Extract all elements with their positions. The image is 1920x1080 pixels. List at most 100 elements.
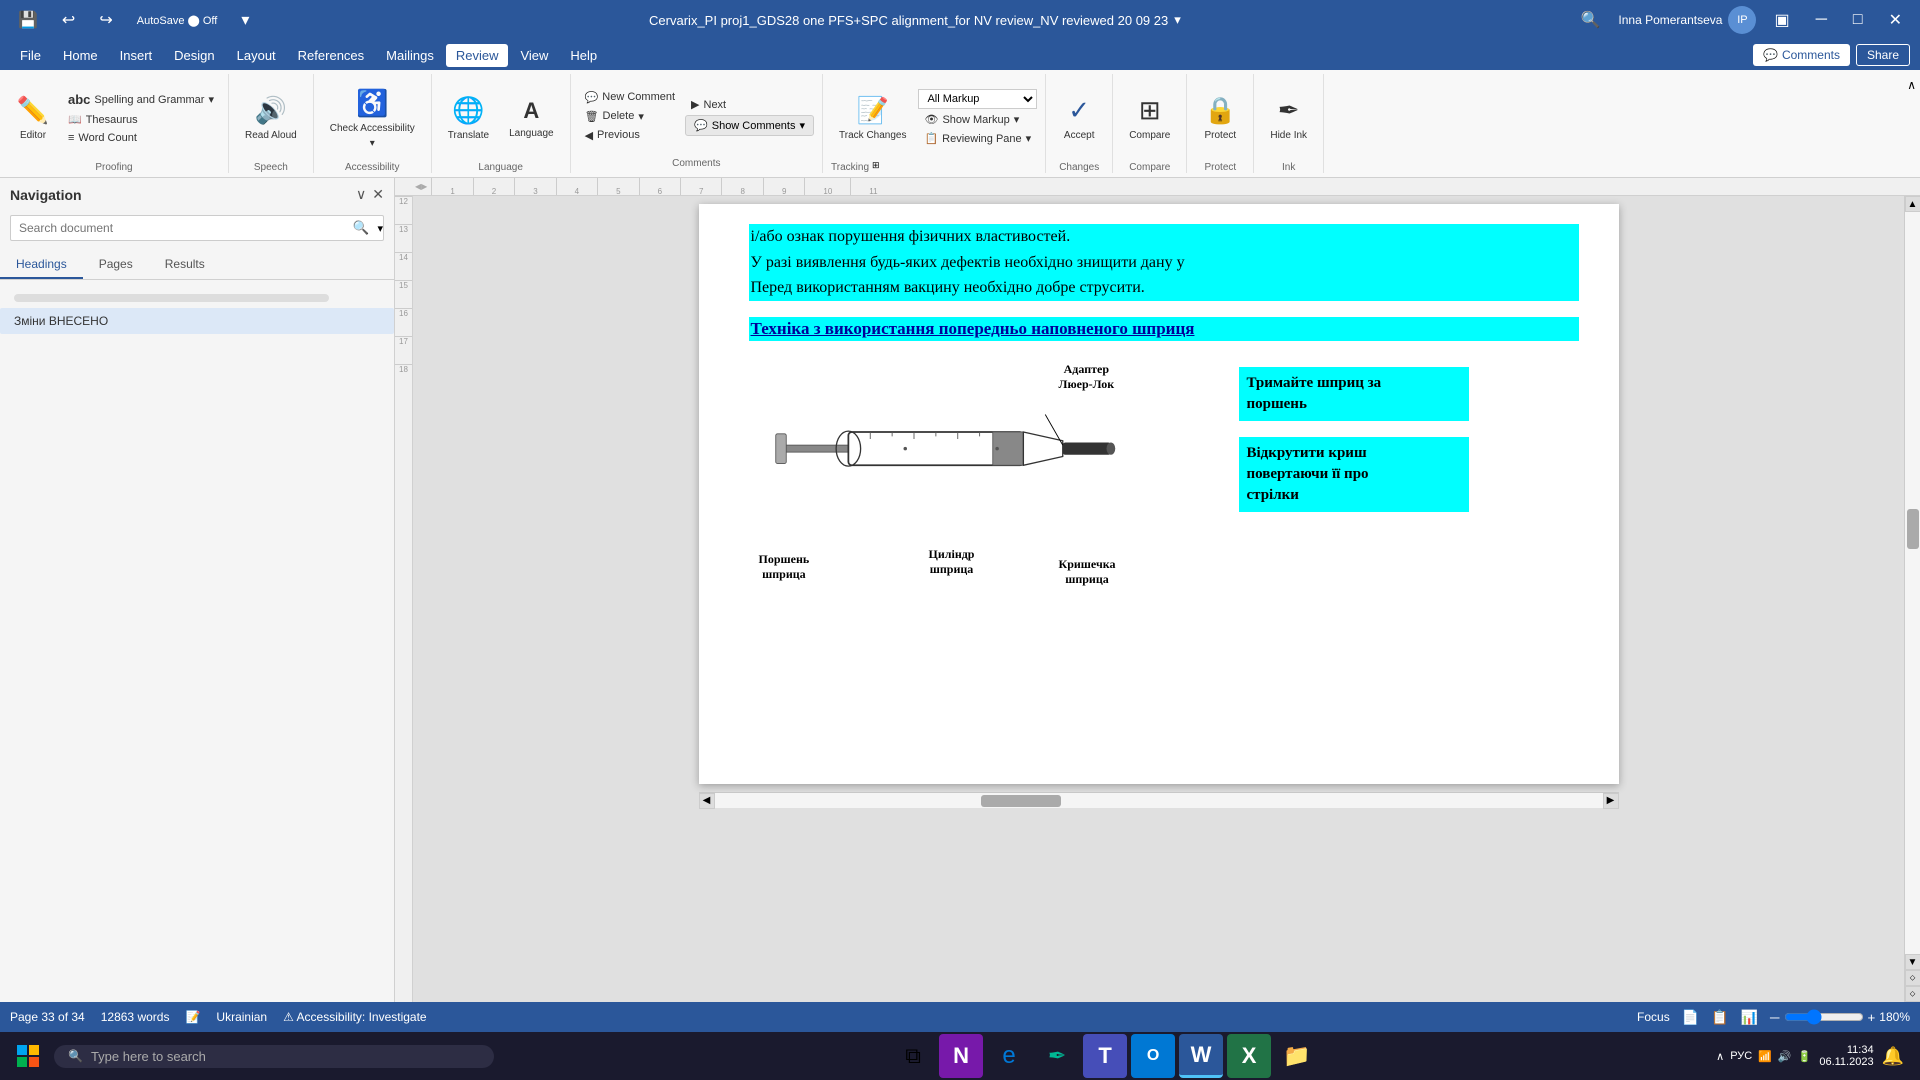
- zoom-percent[interactable]: 180%: [1879, 1010, 1910, 1024]
- show-markup-button[interactable]: 👁 Show Markup ▾: [918, 111, 1037, 128]
- scroll-right-btn[interactable]: ▶: [1603, 793, 1619, 809]
- taskbar-onenote[interactable]: N: [939, 1034, 983, 1078]
- delete-comment-button[interactable]: 🗑 Delete ▾: [579, 108, 681, 125]
- nav-close-btn[interactable]: ✕: [372, 186, 384, 203]
- collapse-ribbon-btn[interactable]: ∧: [1907, 78, 1916, 92]
- nav-heading-item[interactable]: Зміни ВНЕСЕНО: [0, 308, 394, 334]
- comments-btn[interactable]: 💬 Comments: [1753, 44, 1850, 66]
- print-layout-btn[interactable]: 📋: [1711, 1009, 1728, 1026]
- undo-button[interactable]: ↩: [54, 6, 83, 34]
- menu-home[interactable]: Home: [53, 44, 108, 67]
- minimize-btn[interactable]: ─: [1808, 7, 1835, 33]
- compare-button[interactable]: ⊞ Compare: [1121, 78, 1178, 158]
- scroll-track-h[interactable]: [715, 793, 1603, 808]
- scrollbar-vertical[interactable]: ▲ ▼ ⬦ ⬦: [1904, 196, 1920, 1002]
- menu-design[interactable]: Design: [164, 44, 224, 67]
- check-accessibility-button[interactable]: ♿ Check Accessibility ▾: [322, 78, 423, 158]
- volume-icon[interactable]: 🔊: [1778, 1050, 1792, 1063]
- document-scroll-area[interactable]: і/або ознак порушення фізичних властивос…: [413, 196, 1904, 1002]
- tab-headings[interactable]: Headings: [0, 251, 83, 279]
- tray-arrow[interactable]: ∧: [1716, 1050, 1724, 1063]
- menu-mailings[interactable]: Mailings: [376, 44, 444, 67]
- menu-review[interactable]: Review: [446, 44, 509, 67]
- read-mode-btn[interactable]: 📄: [1682, 1009, 1699, 1026]
- next-button[interactable]: ▶ Next: [685, 96, 814, 113]
- new-comment-button[interactable]: 💬 New Comment: [579, 89, 681, 106]
- taskbar-stylus[interactable]: ✒: [1035, 1034, 1079, 1078]
- search-input[interactable]: [11, 217, 345, 239]
- scroll-track-v[interactable]: [1905, 212, 1920, 954]
- language-indicator[interactable]: Ukrainian: [216, 1010, 267, 1024]
- clock-area[interactable]: 11:34 06.11.2023: [1819, 1044, 1873, 1068]
- redo-button[interactable]: ↪: [91, 6, 120, 34]
- task-view-btn[interactable]: ⧉: [891, 1034, 935, 1078]
- nav-collapse-btn[interactable]: ∨: [356, 186, 366, 203]
- scroll-thumb-h[interactable]: [981, 795, 1061, 807]
- delete-dropdown[interactable]: ▾: [638, 110, 644, 123]
- scrollbar-horizontal[interactable]: ◀ ▶: [699, 792, 1619, 808]
- start-button[interactable]: [6, 1034, 50, 1078]
- menu-references[interactable]: References: [288, 44, 374, 67]
- web-layout-btn[interactable]: 📊: [1741, 1009, 1758, 1026]
- menu-layout[interactable]: Layout: [227, 44, 286, 67]
- accessibility-status[interactable]: ⚠ Accessibility: Investigate: [283, 1010, 427, 1024]
- scroll-down-btn[interactable]: ▼: [1905, 954, 1920, 970]
- search-dropdown-btn[interactable]: ▾: [377, 222, 383, 235]
- zoom-in-btn[interactable]: +: [1868, 1010, 1876, 1025]
- translate-button[interactable]: 🌐 Translate: [440, 78, 497, 158]
- taskbar-outlook[interactable]: O: [1131, 1034, 1175, 1078]
- protect-button[interactable]: 🔒 Protect: [1195, 78, 1245, 158]
- search-box[interactable]: 🔍: [54, 1045, 494, 1068]
- taskbar-explorer[interactable]: 📁: [1275, 1034, 1319, 1078]
- taskbar-search-input[interactable]: [91, 1049, 480, 1064]
- taskbar-teams[interactable]: T: [1083, 1034, 1127, 1078]
- autosave-toggle[interactable]: AutoSave ⬤ Off: [129, 10, 226, 31]
- show-comments-dropdown[interactable]: ▾: [800, 119, 806, 132]
- tracking-expand[interactable]: ⊞: [869, 159, 883, 172]
- zoom-slider[interactable]: [1784, 1009, 1864, 1025]
- previous-button[interactable]: ◀ Previous: [579, 127, 681, 144]
- accessibility-dropdown[interactable]: ▾: [370, 138, 375, 149]
- thesaurus-button[interactable]: 📖 Thesaurus: [62, 111, 220, 128]
- tab-results[interactable]: Results: [149, 251, 221, 279]
- share-btn[interactable]: Share: [1856, 44, 1910, 66]
- editor-button[interactable]: ✏️ Editor: [8, 78, 58, 158]
- taskbar-excel[interactable]: X: [1227, 1034, 1271, 1078]
- scroll-page-up-btn[interactable]: ⬦: [1905, 970, 1920, 986]
- zoom-out-btn[interactable]: ─: [1770, 1010, 1779, 1025]
- read-aloud-button[interactable]: 🔊 Read Aloud: [237, 78, 305, 158]
- notification-btn[interactable]: 🔔: [1882, 1046, 1904, 1067]
- hide-ink-button[interactable]: ✒ Hide Ink: [1262, 78, 1315, 158]
- dropdown-icon[interactable]: ▾: [1174, 12, 1181, 28]
- menu-file[interactable]: File: [10, 44, 51, 67]
- search-submit-btn[interactable]: 🔍: [345, 216, 378, 240]
- menu-view[interactable]: View: [510, 44, 558, 67]
- language-button[interactable]: A Language: [501, 78, 562, 158]
- taskbar-word[interactable]: W: [1179, 1034, 1223, 1078]
- spelling-button[interactable]: abc Spelling and Grammar ▾: [62, 90, 220, 109]
- spelling-dropdown[interactable]: ▾: [208, 93, 214, 106]
- menu-insert[interactable]: Insert: [110, 44, 163, 67]
- close-btn[interactable]: ✕: [1881, 6, 1910, 34]
- scroll-left-btn[interactable]: ◀: [699, 793, 715, 809]
- scroll-up-btn[interactable]: ▲: [1905, 196, 1920, 212]
- taskbar-edge[interactable]: e: [987, 1034, 1031, 1078]
- ribbon-collapse[interactable]: ∧: [1903, 74, 1920, 173]
- reviewing-pane-button[interactable]: 📋 Reviewing Pane ▾: [918, 130, 1037, 147]
- word-count[interactable]: 12863 words: [101, 1010, 170, 1024]
- customize-btn[interactable]: ▾: [233, 6, 257, 34]
- wordcount-button[interactable]: ≡ Word Count: [62, 130, 220, 146]
- scroll-page-down-btn[interactable]: ⬦: [1905, 986, 1920, 1002]
- maximize-btn[interactable]: □: [1845, 7, 1871, 33]
- accept-button[interactable]: ✓ Accept: [1054, 78, 1104, 158]
- page-info[interactable]: Page 33 of 34: [10, 1010, 85, 1024]
- scroll-thumb-v[interactable]: [1907, 509, 1919, 549]
- layout-btn[interactable]: ▣: [1766, 6, 1797, 34]
- nav-search[interactable]: 🔍 ▾: [10, 215, 384, 241]
- menu-help[interactable]: Help: [560, 44, 607, 67]
- track-changes-button[interactable]: 📝 Track Changes: [831, 78, 914, 158]
- tab-pages[interactable]: Pages: [83, 251, 149, 279]
- save-button[interactable]: 💾: [10, 6, 46, 34]
- markup-select[interactable]: All Markup Simple Markup No Markup Origi…: [918, 89, 1037, 109]
- show-comments-button[interactable]: 💬 Show Comments ▾: [685, 115, 814, 136]
